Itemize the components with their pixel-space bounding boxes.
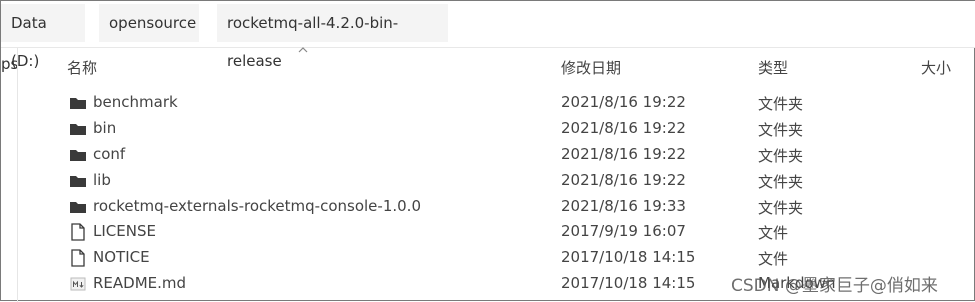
file-name: bin xyxy=(93,119,117,137)
file-name: NOTICE xyxy=(93,248,150,266)
toolbar-divider xyxy=(1,47,975,48)
file-modified-date: 2021/8/16 19:22 xyxy=(561,119,686,137)
file-row[interactable]: benchmark 2021/8/16 19:22 文件夹 xyxy=(61,90,971,116)
file-row[interactable]: lib 2021/8/16 19:22 文件夹 xyxy=(61,168,971,194)
breadcrumb-opensource[interactable]: opensource xyxy=(99,4,199,42)
file-modified-date: 2021/8/16 19:22 xyxy=(561,93,686,111)
file-name: benchmark xyxy=(93,93,178,111)
file-modified-date: 2017/10/18 14:15 xyxy=(561,248,696,266)
file-type: 文件夹 xyxy=(758,121,804,139)
file-row[interactable]: conf 2021/8/16 19:22 文件夹 xyxy=(61,142,971,168)
file-modified-date: 2017/10/18 14:15 xyxy=(561,274,696,292)
file-name: LICENSE xyxy=(93,222,156,240)
file-name: conf xyxy=(93,145,126,163)
file-icon xyxy=(69,249,87,267)
breadcrumb-rocketmq-folder[interactable]: rocketmq-all-4.2.0-bin-release xyxy=(217,4,448,70)
folder-icon xyxy=(69,172,87,190)
folder-icon xyxy=(69,146,87,164)
file-row[interactable]: NOTICE 2017/10/18 14:15 文件 xyxy=(61,245,971,271)
folder-icon xyxy=(69,94,87,112)
file-row[interactable]: LICENSE 2017/9/19 16:07 文件 xyxy=(61,219,971,245)
folder-icon xyxy=(69,120,87,138)
file-type: 文件夹 xyxy=(758,173,804,191)
column-header-size[interactable]: 大小 xyxy=(921,57,951,78)
nav-pane-clipped-item[interactable]: ps xyxy=(1,55,17,75)
file-type: 文件夹 xyxy=(758,199,804,217)
file-type: 文件 xyxy=(758,250,789,268)
markdown-file-icon xyxy=(69,275,87,293)
file-modified-date: 2021/8/16 19:22 xyxy=(561,171,686,189)
file-modified-date: 2021/8/16 19:22 xyxy=(561,145,686,163)
file-icon xyxy=(69,223,87,241)
file-modified-date: 2021/8/16 19:33 xyxy=(561,197,686,215)
file-name: README.md xyxy=(93,274,187,292)
file-row[interactable]: rocketmq-externals-rocketmq-console-1.0.… xyxy=(61,194,971,220)
file-type: 文件夹 xyxy=(758,95,804,113)
file-type: 文件 xyxy=(758,224,789,242)
column-header-type[interactable]: 类型 xyxy=(758,57,788,78)
watermark: CSDN @墨家巨子@俏如来 xyxy=(731,276,938,296)
breadcrumb: Data (D:) opensource rocketmq-all-4.2.0-… xyxy=(1,1,975,70)
file-name: rocketmq-externals-rocketmq-console-1.0.… xyxy=(93,197,421,215)
column-header-date[interactable]: 修改日期 xyxy=(561,57,621,78)
file-type: 文件夹 xyxy=(758,147,804,165)
folder-icon xyxy=(69,198,87,216)
breadcrumb-drive[interactable]: Data (D:) xyxy=(1,4,85,70)
file-name: lib xyxy=(93,171,111,189)
file-modified-date: 2017/9/19 16:07 xyxy=(561,222,686,240)
column-header-name[interactable]: 名称 xyxy=(67,57,97,78)
sort-ascending-icon xyxy=(298,47,308,53)
nav-pane-border xyxy=(17,48,18,302)
file-row[interactable]: bin 2021/8/16 19:22 文件夹 xyxy=(61,116,971,142)
